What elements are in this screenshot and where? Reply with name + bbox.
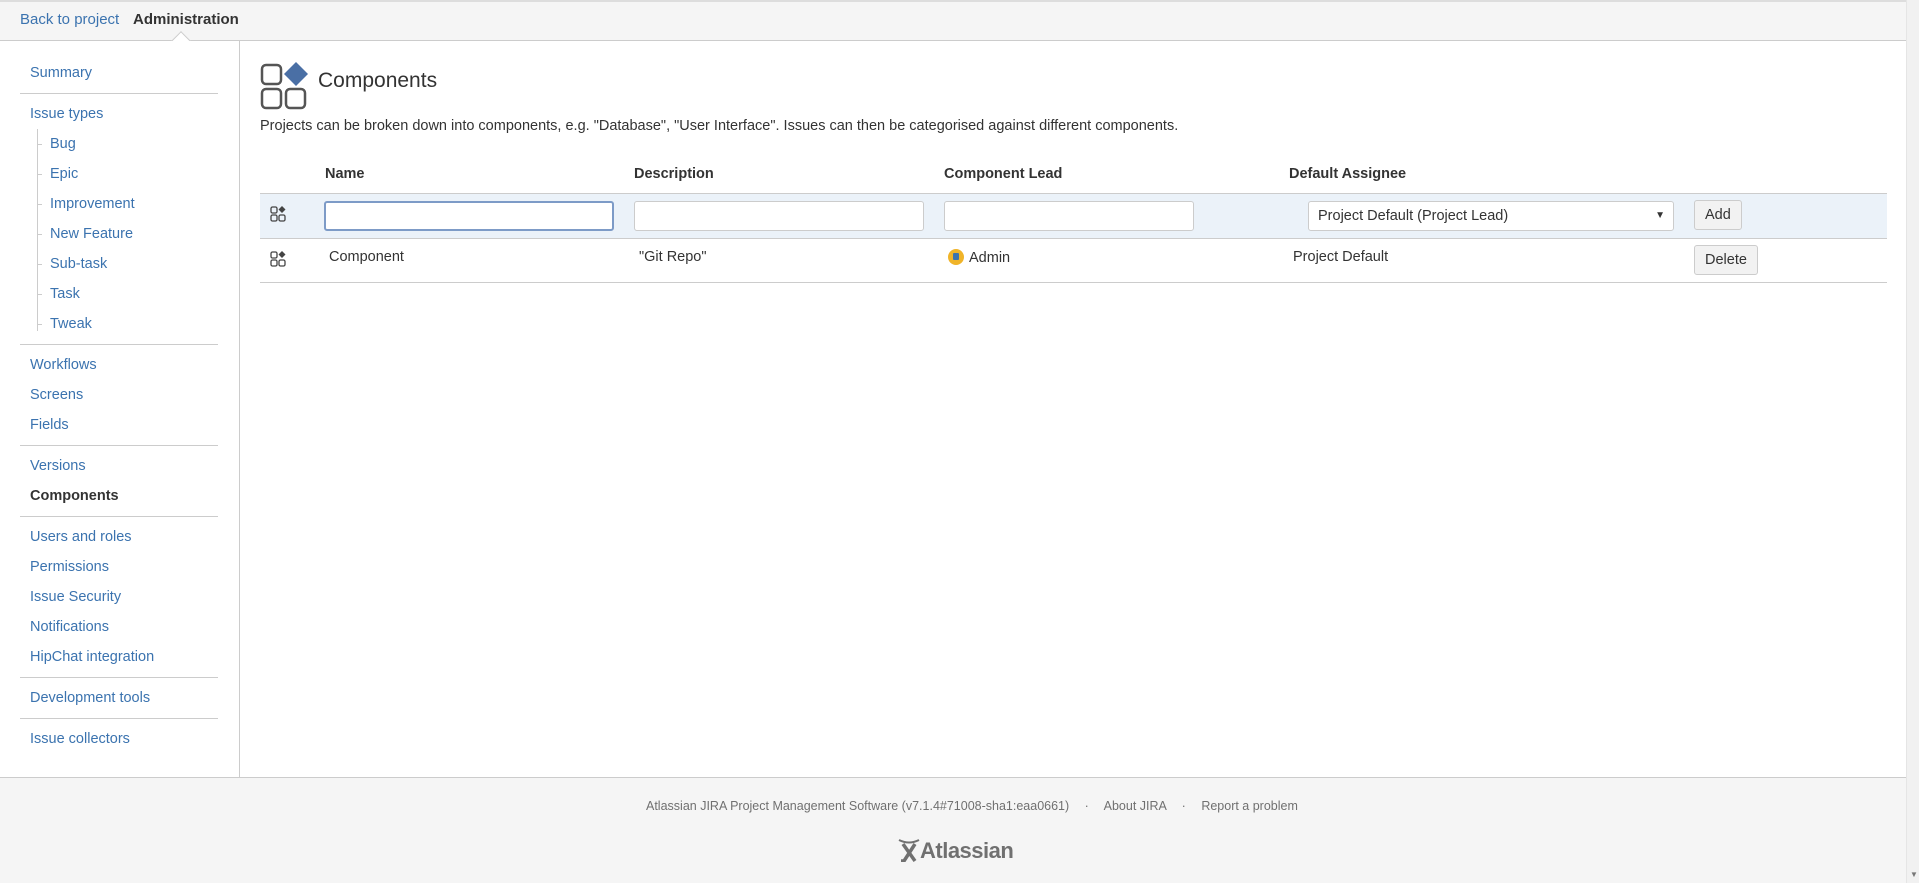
administration-tab[interactable]: Administration (133, 11, 239, 28)
software-version: Atlassian JIRA Project Management Softwa… (646, 799, 1070, 813)
divider (0, 511, 239, 522)
component-name[interactable]: Component (329, 249, 404, 265)
divider (0, 713, 239, 724)
sidebar-item-new-feature[interactable]: New Feature (0, 219, 239, 249)
sidebar-item-components[interactable]: Components (0, 481, 239, 511)
sidebar-item-issue-collectors[interactable]: Issue collectors (0, 724, 239, 754)
sidebar-item-issue-security[interactable]: Issue Security (0, 582, 239, 612)
divider (0, 672, 239, 683)
sidebar-item-sub-task[interactable]: Sub-task (0, 249, 239, 279)
about-jira-link[interactable]: About JIRA (1104, 799, 1167, 813)
sidebar-item-summary[interactable]: Summary (0, 58, 239, 88)
sidebar-item-notifications[interactable]: Notifications (0, 612, 239, 642)
report-problem-link[interactable]: Report a problem (1201, 799, 1298, 813)
separator: · (1181, 799, 1186, 813)
main-content: Components Projects can be broken down i… (241, 41, 1906, 777)
default-assignee-value: Project Default (Project Lead) (1318, 208, 1509, 224)
add-button[interactable]: Add (1694, 200, 1742, 230)
component-description-input[interactable] (634, 201, 924, 231)
issue-type-tree: Bug Epic Improvement New Feature Sub-tas… (0, 129, 239, 339)
sidebar-item-task[interactable]: Task (0, 279, 239, 309)
avatar (948, 249, 964, 265)
column-header-component-lead: Component Lead (944, 166, 1063, 182)
sidebar: Summary Issue types Bug Epic Improvement… (0, 41, 240, 777)
component-lead-name[interactable]: Admin (969, 250, 1010, 266)
component-icon (270, 206, 286, 222)
column-header-name: Name (325, 166, 365, 182)
component-lead-input[interactable] (944, 201, 1194, 231)
chevron-down-icon: ▼ (1655, 210, 1665, 221)
sidebar-item-hipchat-integration[interactable]: HipChat integration (0, 642, 239, 672)
sidebar-item-improvement[interactable]: Improvement (0, 189, 239, 219)
divider (0, 440, 239, 451)
sidebar-item-screens[interactable]: Screens (0, 380, 239, 410)
divider (0, 339, 239, 350)
footer-links: Atlassian JIRA Project Management Softwa… (646, 799, 1298, 813)
sidebar-item-bug[interactable]: Bug (0, 129, 239, 159)
scroll-down-arrow-icon[interactable]: ▼ (1910, 870, 1918, 879)
component-description: "Git Repo" (639, 249, 707, 265)
back-to-project-link[interactable]: Back to project (20, 11, 119, 28)
column-header-default-assignee: Default Assignee (1289, 166, 1407, 182)
sidebar-item-workflows[interactable]: Workflows (0, 350, 239, 380)
sidebar-item-fields[interactable]: Fields (0, 410, 239, 440)
separator: · (1084, 799, 1089, 813)
component-default-assignee: Project Default (1293, 249, 1389, 265)
components-icon (260, 62, 308, 110)
atlassian-logo-icon (898, 839, 920, 863)
add-component-row: Project Default (Project Lead) ▼ Add (260, 193, 1887, 238)
page-description: Projects can be broken down into compone… (260, 118, 1179, 134)
atlassian-logo[interactable]: Atlassian (898, 838, 1014, 864)
footer: Atlassian JIRA Project Management Softwa… (0, 777, 1906, 883)
sidebar-item-issue-types[interactable]: Issue types (0, 99, 239, 129)
sidebar-item-epic[interactable]: Epic (0, 159, 239, 189)
component-lead: Admin (948, 249, 1010, 266)
component-name-input[interactable] (324, 201, 614, 231)
sidebar-item-permissions[interactable]: Permissions (0, 552, 239, 582)
header: Back to project Administration (0, 0, 1906, 51)
sidebar-item-development-tools[interactable]: Development tools (0, 683, 239, 713)
sidebar-item-versions[interactable]: Versions (0, 451, 239, 481)
atlassian-logo-text: Atlassian (920, 838, 1014, 863)
delete-button[interactable]: Delete (1694, 245, 1758, 275)
sidebar-item-tweak[interactable]: Tweak (0, 309, 239, 339)
page-title: Components (318, 69, 438, 92)
table-row: Component "Git Repo" Admin Project Defau… (260, 238, 1887, 283)
component-icon (270, 251, 286, 267)
default-assignee-select[interactable]: Project Default (Project Lead) ▼ (1308, 201, 1674, 231)
sidebar-item-users-and-roles[interactable]: Users and roles (0, 522, 239, 552)
vertical-scrollbar[interactable]: ▼ (1906, 0, 1919, 883)
column-header-description: Description (634, 166, 714, 182)
divider (0, 88, 239, 99)
